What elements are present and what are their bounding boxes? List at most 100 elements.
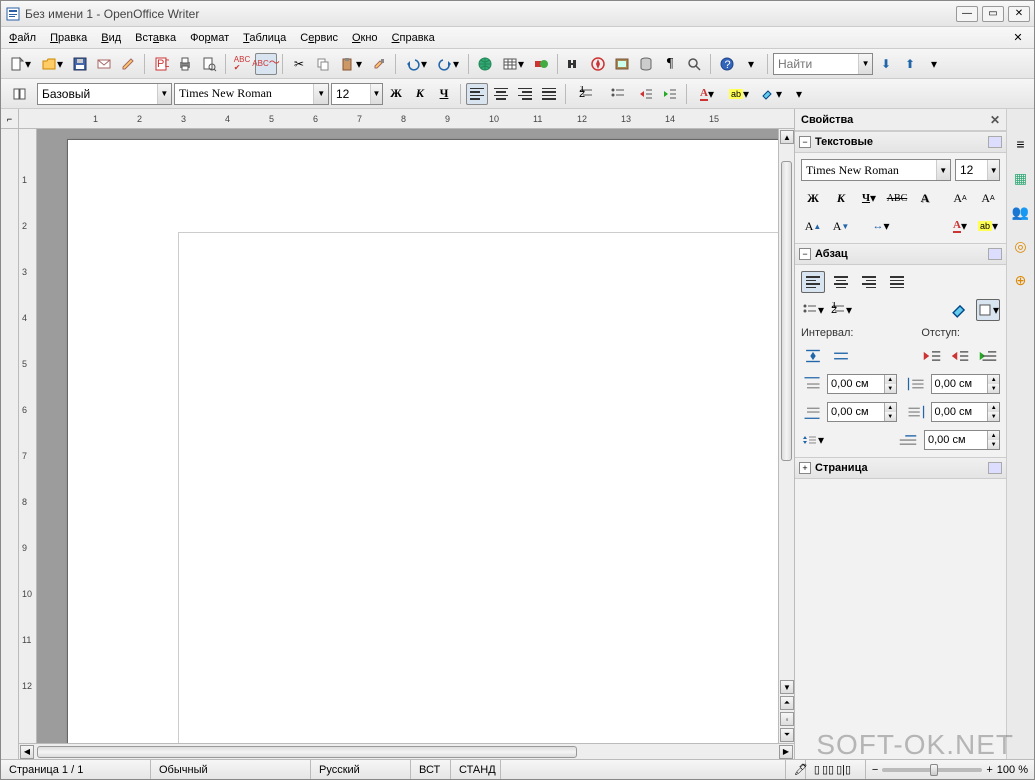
minimize-button[interactable]: — xyxy=(956,6,978,22)
spacing-increase-button[interactable] xyxy=(801,345,825,367)
side-bullets-button[interactable]: ▾ xyxy=(801,299,825,321)
horizontal-ruler[interactable]: 123456789101112131415 xyxy=(19,109,794,129)
save-button[interactable] xyxy=(69,53,91,75)
section-more-button[interactable] xyxy=(988,248,1002,260)
side-char-spacing-button[interactable]: ↔▾ xyxy=(869,215,893,237)
data-sources-button[interactable] xyxy=(635,53,657,75)
menu-view[interactable]: Вид xyxy=(101,32,121,44)
dropdown-arrow[interactable]: ▼ xyxy=(313,84,328,104)
cut-button[interactable]: ✂ xyxy=(288,53,310,75)
prev-page-button[interactable]: ⏶ xyxy=(780,696,794,710)
undo-button[interactable]: ▾ xyxy=(401,53,431,75)
copy-button[interactable] xyxy=(312,53,334,75)
status-page[interactable]: Страница 1 / 1 xyxy=(1,760,151,779)
sidebar-close-button[interactable]: ✕ xyxy=(990,113,1000,127)
bold-button[interactable]: Ж xyxy=(385,83,407,105)
indent-decrease-button[interactable] xyxy=(948,345,972,367)
status-view-buttons[interactable]: ▯ ▯▯ ▯|▯ xyxy=(806,760,866,779)
scroll-up-button[interactable]: ▲ xyxy=(780,130,794,144)
status-style[interactable]: Обычный xyxy=(151,760,311,779)
view-single-icon[interactable]: ▯ xyxy=(814,763,820,776)
align-right-button[interactable] xyxy=(514,83,536,105)
status-insert[interactable]: ВСТ xyxy=(411,760,451,779)
find-dropdown-arrow[interactable]: ▼ xyxy=(858,54,872,74)
menu-format[interactable]: Формат xyxy=(190,32,229,44)
space-above-spinner[interactable]: ▲▼ xyxy=(827,374,896,394)
increase-indent-button[interactable] xyxy=(659,83,681,105)
zoom-knob[interactable] xyxy=(930,764,938,776)
draw-button[interactable] xyxy=(530,53,552,75)
first-line-indent-spinner[interactable]: ▲▼ xyxy=(924,430,1000,450)
side-font-color-button[interactable]: A▾ xyxy=(948,215,972,237)
side-size-combo[interactable]: ▼ xyxy=(955,159,1000,181)
horizontal-scrollbar[interactable]: ◀ ▶ xyxy=(19,743,794,759)
next-page-button[interactable]: ⏷ xyxy=(780,728,794,742)
side-numbering-button[interactable]: 12▾ xyxy=(829,299,853,321)
font-name-input[interactable] xyxy=(179,86,313,101)
scroll-down-button[interactable]: ▼ xyxy=(780,680,794,694)
collapse-icon[interactable]: − xyxy=(799,136,811,148)
close-button[interactable]: ✕ xyxy=(1008,6,1030,22)
find-input[interactable] xyxy=(778,57,858,71)
hyperlink-button[interactable] xyxy=(474,53,496,75)
pdf-export-button[interactable]: PDF xyxy=(150,53,172,75)
paste-button[interactable]: ▾ xyxy=(336,53,366,75)
section-text-header[interactable]: − Текстовые xyxy=(795,131,1006,153)
scroll-thumb[interactable] xyxy=(781,161,792,461)
side-highlight-button[interactable]: ab▾ xyxy=(976,215,1000,237)
new-doc-button[interactable]: ▾ xyxy=(5,53,35,75)
navigator-button[interactable] xyxy=(587,53,609,75)
scroll-right-button[interactable]: ▶ xyxy=(779,745,793,759)
para-style-combo[interactable]: ▼ xyxy=(37,83,172,105)
vertical-scrollbar[interactable]: ▲ ▼ ⏶ ◦ ⏷ xyxy=(778,129,794,743)
menu-table[interactable]: Таблица xyxy=(243,32,286,44)
formatting-overflow-button[interactable]: ▾ xyxy=(788,83,810,105)
side-subscript-button[interactable]: AA xyxy=(976,187,1000,209)
collapse-icon[interactable]: − xyxy=(799,248,811,260)
maximize-button[interactable]: ▭ xyxy=(982,6,1004,22)
side-size-input[interactable] xyxy=(960,163,987,177)
section-page-header[interactable]: + Страница xyxy=(795,457,1006,479)
background-color-button[interactable]: ▾ xyxy=(756,83,786,105)
zoom-out-button[interactable]: − xyxy=(872,764,878,776)
font-size-combo[interactable]: ▼ xyxy=(331,83,383,105)
side-underline-button[interactable]: Ч▾ xyxy=(857,187,881,209)
side-align-right-button[interactable] xyxy=(857,271,881,293)
sidetab-functions[interactable]: ⊕ xyxy=(1010,269,1032,291)
side-bold-button[interactable]: Ж xyxy=(801,187,825,209)
side-align-justify-button[interactable] xyxy=(885,271,909,293)
spacing-decrease-button[interactable] xyxy=(829,345,853,367)
scroll-thumb[interactable] xyxy=(37,746,577,758)
side-font-input[interactable] xyxy=(806,163,936,178)
print-preview-button[interactable] xyxy=(198,53,220,75)
sidetab-navigator[interactable]: ◎ xyxy=(1010,235,1032,257)
font-size-input[interactable] xyxy=(336,87,370,101)
line-spacing-button[interactable]: ▾ xyxy=(801,429,825,451)
font-color-button[interactable]: A▾ xyxy=(692,83,722,105)
table-button[interactable]: ▾ xyxy=(498,53,528,75)
space-below-spinner[interactable]: ▲▼ xyxy=(827,402,896,422)
side-shadow-button[interactable]: A xyxy=(913,187,937,209)
side-italic-button[interactable]: К xyxy=(829,187,853,209)
section-more-button[interactable] xyxy=(988,136,1002,148)
underline-button[interactable]: Ч xyxy=(433,83,455,105)
status-sig[interactable]: 🖊 xyxy=(786,760,806,779)
font-name-combo[interactable]: ▼ xyxy=(174,83,329,105)
vertical-ruler[interactable]: 123456789101112 xyxy=(19,129,37,743)
menu-edit[interactable]: Правка xyxy=(50,32,87,44)
side-grow-font-button[interactable]: A▲ xyxy=(801,215,825,237)
numbered-list-button[interactable]: 12 xyxy=(571,83,601,105)
dropdown-arrow[interactable]: ▼ xyxy=(987,160,999,180)
view-multi-icon[interactable]: ▯▯ xyxy=(822,763,834,776)
nonprinting-chars-button[interactable]: ¶ xyxy=(659,53,681,75)
zoom-value[interactable]: 100 % xyxy=(997,764,1028,776)
zoom-slider[interactable] xyxy=(882,768,982,772)
italic-button[interactable]: К xyxy=(409,83,431,105)
scroll-left-button[interactable]: ◀ xyxy=(20,745,34,759)
indent-after-spinner[interactable]: ▲▼ xyxy=(931,402,1000,422)
expand-icon[interactable]: + xyxy=(799,462,811,474)
gallery-button[interactable] xyxy=(611,53,633,75)
spellcheck-button[interactable]: ABC✔ xyxy=(231,53,253,75)
menu-help[interactable]: Справка xyxy=(392,32,435,44)
para-style-input[interactable] xyxy=(42,87,157,101)
